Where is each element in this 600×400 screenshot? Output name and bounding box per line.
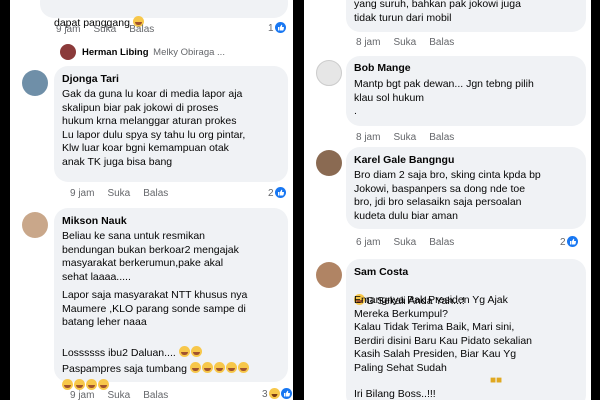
avatar[interactable]: [316, 150, 342, 176]
laughing-emoji-icon: [86, 378, 97, 390]
comment-actions: 9 jam Suka Balas: [70, 188, 181, 199]
like-button[interactable]: Suka: [107, 188, 130, 199]
comment-text: [62, 365, 110, 393]
reply-button[interactable]: Balas: [429, 132, 454, 143]
comment-time: 9 jam: [70, 390, 95, 400]
reply-button[interactable]: Balas: [143, 188, 168, 199]
comment-time: 9 jam: [56, 24, 81, 35]
comment-actions: 9 jam Suka Balas: [70, 390, 181, 400]
comment-text: Iri Bilang Boss..!!!: [354, 388, 436, 400]
like-button[interactable]: Suka: [393, 37, 416, 48]
reply-button[interactable]: Balas: [429, 237, 454, 248]
left-comment-panel: dapat panggang 9 jam Suka Balas 1 Herman L…: [10, 0, 293, 400]
like-button[interactable]: Suka: [93, 24, 116, 35]
reply-preview[interactable]: Herman Libing Melky Obiraga ...: [82, 47, 225, 58]
comment-author-name[interactable]: Karel Gale Bangngu: [354, 154, 454, 166]
reaction-count[interactable]: 3: [262, 388, 292, 400]
laughing-emoji-icon: [98, 378, 109, 390]
comment-text: Gak da guna lu koar di media lapor aja s…: [62, 88, 246, 168]
comment-author-name[interactable]: Djonga Tari: [62, 73, 119, 85]
clap-emoji-icon: ■■: [490, 375, 503, 386]
right-comment-panel: yang suruh, bahkan pak jokowi juga tidak…: [304, 0, 591, 400]
reaction-count[interactable]: 2: [268, 187, 286, 199]
like-button[interactable]: Suka: [393, 237, 416, 248]
haha-reaction-icon: [268, 388, 280, 399]
laughing-emoji-icon: [237, 361, 249, 373]
like-button[interactable]: Suka: [107, 390, 130, 400]
like-reaction-icon: [274, 187, 286, 198]
comment-actions: 8 jam Suka Balas: [356, 37, 467, 48]
laughing-emoji-icon: [189, 361, 201, 373]
laughing-emoji-icon: [201, 361, 213, 373]
comment-actions: 6 jam Suka Balas: [356, 237, 467, 248]
comment-text: Lapor saja masyarakat NTT khusus nya Mau…: [62, 289, 248, 329]
like-reaction-icon: [566, 236, 578, 247]
reply-button[interactable]: Balas: [129, 24, 154, 35]
laughing-emoji-icon: [225, 361, 237, 373]
reply-button[interactable]: Balas: [429, 37, 454, 48]
comment-text: Bro diam 2 saja bro, sking cinta kpda bp…: [354, 169, 541, 222]
comment-text: yang suruh, bahkan pak jokowi juga tidak…: [354, 0, 521, 24]
reply-preview-text: Melky Obiraga ...: [153, 47, 225, 58]
laughing-emoji-icon: [62, 378, 73, 390]
comment-actions: 8 jam Suka Balas: [356, 132, 467, 143]
comment-text: Mantp bgt pak dewan... Jgn tebng pilih k…: [354, 78, 534, 118]
comment-time: 9 jam: [70, 188, 95, 199]
comment-text: Emangnya Pak Presiden Yg Ajak Mereka Ber…: [354, 294, 533, 374]
comment-text: Beliau ke sana untuk resmikan bendungan …: [62, 230, 239, 283]
reaction-count[interactable]: 2: [560, 236, 578, 248]
avatar[interactable]: [22, 70, 48, 96]
comment-actions: 9 jam Suka Balas: [56, 24, 167, 35]
reaction-count[interactable]: 1: [268, 22, 286, 34]
like-reaction-icon: [280, 388, 292, 399]
like-button[interactable]: Suka: [393, 132, 416, 143]
avatar[interactable]: [22, 212, 48, 238]
reply-author-name: Herman Libing: [82, 47, 149, 58]
comment-time: 8 jam: [356, 132, 381, 143]
avatar[interactable]: [316, 60, 342, 86]
comment-author-name[interactable]: Bob Mange: [354, 62, 411, 74]
reply-button[interactable]: Balas: [143, 390, 168, 400]
laughing-emoji-icon: [213, 361, 225, 373]
like-reaction-icon: [274, 22, 286, 33]
comment-author-name[interactable]: Mikson Nauk: [62, 215, 127, 227]
avatar[interactable]: [316, 262, 342, 288]
comment-author-name[interactable]: Sam Costa: [354, 266, 408, 278]
avatar[interactable]: [60, 44, 76, 60]
comment-time: 6 jam: [356, 237, 381, 248]
comment-time: 8 jam: [356, 37, 381, 48]
laughing-emoji-icon: [74, 378, 85, 390]
